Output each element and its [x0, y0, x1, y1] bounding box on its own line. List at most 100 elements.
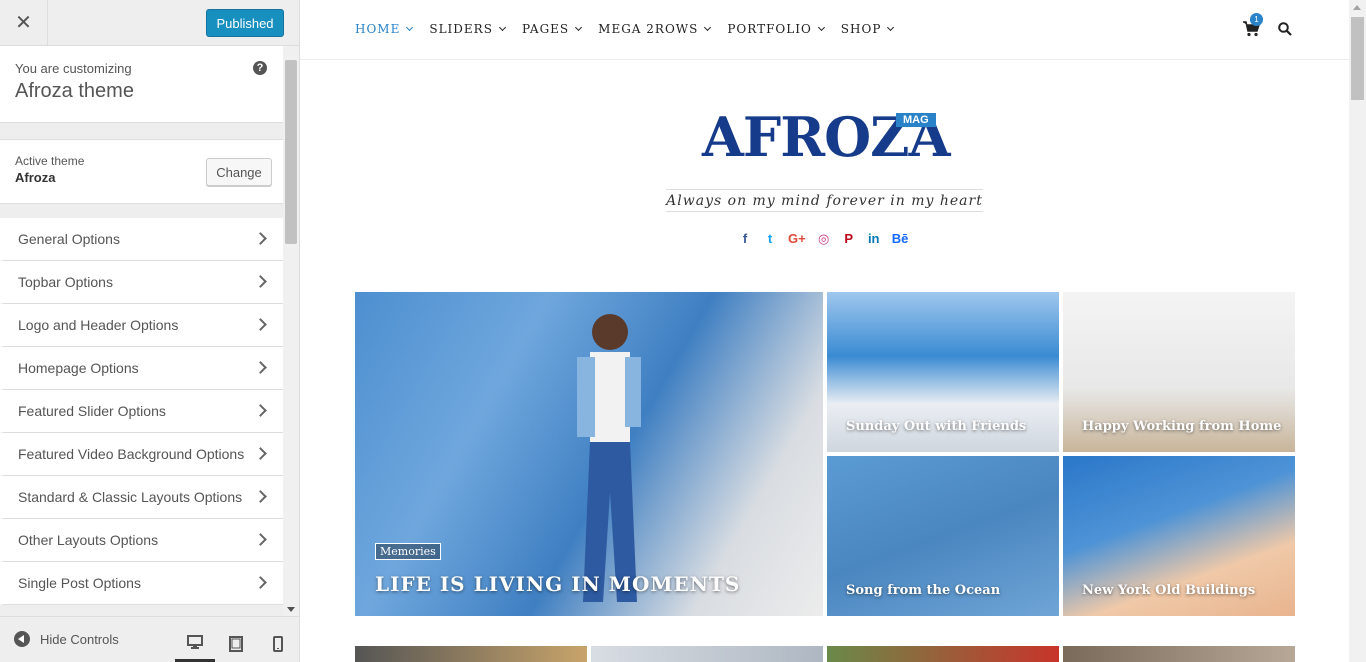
facebook-icon[interactable]: f: [738, 231, 752, 247]
post-title[interactable]: Happy Working from Home: [1082, 419, 1281, 434]
section-logo-header-options[interactable]: Logo and Header Options: [0, 304, 283, 347]
nav-item-label: SHOP: [840, 22, 882, 36]
featured-post-tile[interactable]: Sunday Out with Friends: [827, 292, 1059, 452]
collapse-arrow-icon: [14, 631, 30, 647]
nav-item-sliders[interactable]: SLIDERS: [429, 22, 506, 36]
chevron-right-icon: [254, 533, 267, 546]
nav-item-home[interactable]: HOME: [355, 22, 414, 36]
cart-count-badge: 1: [1250, 13, 1263, 26]
chevron-down-icon: [498, 23, 506, 32]
customizing-theme-name: Afroza theme: [15, 80, 134, 102]
chevron-down-icon: [704, 23, 712, 32]
help-icon[interactable]: ?: [253, 61, 267, 75]
preview-scrollbar[interactable]: [1349, 0, 1366, 662]
featured-post-tile[interactable]: Song from the Ocean: [827, 456, 1059, 616]
chevron-right-icon: [254, 275, 267, 288]
post-thumbnail[interactable]: [355, 646, 587, 662]
section-standard-classic-options[interactable]: Standard & Classic Layouts Options: [0, 476, 283, 519]
site-preview: HOME SLIDERS PAGES MEGA 2ROWS PORTFOLIO …: [300, 0, 1366, 662]
scrollbar-thumb[interactable]: [285, 60, 297, 244]
post-title[interactable]: Song from the Ocean: [846, 583, 1000, 598]
chevron-down-icon: [817, 23, 825, 32]
section-other-layouts-options[interactable]: Other Layouts Options: [0, 519, 283, 562]
featured-post-main[interactable]: Memories LIFE IS LIVING IN MOMENTS: [355, 292, 823, 616]
customizing-info: You are customizing Afroza theme ?: [0, 46, 283, 123]
post-thumbnail[interactable]: [827, 646, 1059, 662]
nav-item-mega-2rows[interactable]: MEGA 2ROWS: [598, 22, 712, 36]
post-thumbnail[interactable]: [1063, 646, 1295, 662]
active-theme-panel: Active theme Afroza Change: [0, 139, 283, 204]
section-label: Standard & Classic Layouts Options: [18, 489, 243, 505]
chevron-right-icon: [254, 318, 267, 331]
published-button[interactable]: Published: [206, 9, 284, 37]
section-label: Logo and Header Options: [18, 317, 179, 333]
chevron-right-icon: [254, 404, 267, 417]
section-label: Featured Video Background Options: [18, 446, 245, 462]
nav-item-label: PORTFOLIO: [727, 22, 812, 36]
featured-post-tile[interactable]: New York Old Buildings: [1063, 456, 1295, 616]
logo-badge: MAG: [896, 113, 936, 127]
tablet-preview-icon[interactable]: [216, 625, 256, 662]
nav-item-label: SLIDERS: [429, 22, 493, 36]
site-tagline: Always on my mind forever in my heart: [666, 189, 983, 212]
chevron-right-icon: [254, 490, 267, 503]
mobile-preview-icon[interactable]: [258, 625, 298, 662]
featured-post-tile[interactable]: Happy Working from Home: [1063, 292, 1295, 452]
section-label: Topbar Options: [18, 274, 113, 290]
post-thumbnail[interactable]: [591, 646, 823, 662]
scrollbar-thumb[interactable]: [1351, 17, 1364, 100]
customizer-footer: Hide Controls: [0, 616, 299, 662]
change-theme-button[interactable]: Change: [206, 158, 272, 186]
section-topbar-options[interactable]: Topbar Options: [0, 261, 283, 304]
nav-item-label: HOME: [355, 22, 401, 36]
section-featured-slider-options[interactable]: Featured Slider Options: [0, 390, 283, 433]
post-title[interactable]: LIFE IS LIVING IN MOMENTS: [375, 572, 740, 596]
section-featured-video-options[interactable]: Featured Video Background Options: [0, 433, 283, 476]
section-label: Other Layouts Options: [18, 532, 159, 548]
post-row-preview: [355, 646, 1295, 662]
chevron-down-icon: [887, 23, 895, 32]
customizer-header: ✕ Published: [0, 0, 299, 46]
chevron-down-icon: [575, 23, 583, 32]
pinterest-icon[interactable]: P: [842, 231, 856, 247]
behance-icon[interactable]: Bē: [892, 231, 909, 247]
google-plus-icon[interactable]: G+: [788, 231, 806, 247]
section-single-post-options[interactable]: Single Post Options: [0, 562, 283, 605]
site-logo[interactable]: AFROZA MAG: [702, 105, 950, 169]
hide-controls-label: Hide Controls: [40, 631, 119, 647]
section-general-options[interactable]: General Options: [0, 218, 283, 261]
customizer-panel: ✕ Published You are customizing Afroza t…: [0, 0, 300, 662]
twitter-icon[interactable]: t: [763, 231, 777, 247]
section-label: Featured Slider Options: [18, 403, 166, 419]
customizer-sections-scroll[interactable]: You are customizing Afroza theme ? Activ…: [0, 46, 283, 616]
section-label: Homepage Options: [18, 360, 139, 376]
post-title[interactable]: New York Old Buildings: [1082, 583, 1255, 598]
chevron-right-icon: [254, 447, 267, 460]
nav-item-label: MEGA 2ROWS: [598, 22, 699, 36]
customizing-label: You are customizing: [15, 61, 132, 76]
scroll-down-arrow-icon[interactable]: [287, 607, 295, 612]
scroll-up-arrow-icon[interactable]: [1353, 5, 1361, 10]
chevron-right-icon: [254, 576, 267, 589]
social-links: f t G+ ◎ P in Bē: [738, 231, 909, 247]
close-icon[interactable]: ✕: [0, 0, 48, 45]
section-label: General Options: [18, 231, 120, 247]
desktop-preview-icon[interactable]: [175, 625, 215, 662]
customizer-scrollbar[interactable]: [283, 46, 299, 616]
nav-item-pages[interactable]: PAGES: [521, 22, 583, 36]
instagram-icon[interactable]: ◎: [817, 231, 831, 247]
customizer-section-list: General Options Topbar Options Logo and …: [0, 218, 283, 605]
nav-item-portfolio[interactable]: PORTFOLIO: [727, 22, 825, 36]
post-category-badge[interactable]: Memories: [375, 543, 441, 560]
chevron-right-icon: [254, 232, 267, 245]
hide-controls-button[interactable]: Hide Controls: [14, 631, 119, 647]
nav-item-label: PAGES: [521, 22, 570, 36]
nav-item-shop[interactable]: SHOP: [840, 22, 895, 36]
post-title[interactable]: Sunday Out with Friends: [846, 419, 1026, 434]
section-homepage-options[interactable]: Homepage Options: [0, 347, 283, 390]
main-navigation: HOME SLIDERS PAGES MEGA 2ROWS PORTFOLIO …: [300, 0, 1349, 60]
post-image: [577, 314, 641, 602]
linkedin-icon[interactable]: in: [867, 231, 881, 247]
chevron-down-icon: [406, 23, 414, 32]
search-icon[interactable]: [1278, 22, 1292, 36]
